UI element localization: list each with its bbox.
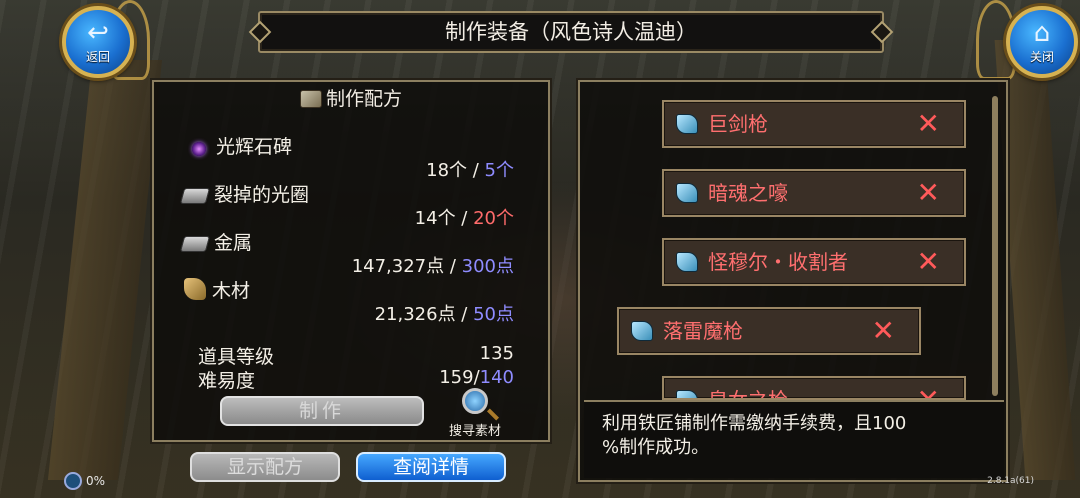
item-level-value: 135 bbox=[479, 343, 514, 364]
remove-icon[interactable]: ✕ bbox=[917, 240, 940, 284]
difficulty-label: 难易度 bbox=[198, 370, 256, 392]
recipe-panel: 制作配方 光辉石碑 18个 / 5个 裂掉的光圈 14个 / 20个 金属 14… bbox=[152, 80, 550, 442]
close-button-label: 关闭 bbox=[1029, 50, 1054, 64]
material-name: 裂掉的光圈 bbox=[214, 184, 310, 206]
material-item[interactable]: 金属 bbox=[179, 228, 253, 255]
difficulty-value: 159/140 bbox=[439, 367, 514, 388]
material-name: 光辉石碑 bbox=[216, 136, 293, 158]
remove-icon[interactable]: ✕ bbox=[872, 309, 895, 353]
count-separator: / bbox=[467, 160, 485, 181]
weapon-name: 巨剑枪 bbox=[708, 112, 768, 136]
material-name: 金属 bbox=[214, 232, 253, 254]
wood-icon bbox=[184, 278, 206, 300]
material-count: 18个 / 5个 bbox=[426, 156, 514, 182]
weapon-type-icon bbox=[676, 114, 698, 134]
remove-icon[interactable]: ✕ bbox=[917, 378, 940, 398]
craft-button[interactable]: 制作 bbox=[220, 396, 424, 426]
ingot-icon bbox=[179, 188, 211, 204]
material-have: 18个 bbox=[426, 160, 468, 181]
difficulty-max: 140 bbox=[479, 367, 514, 388]
loading-icon bbox=[64, 472, 82, 490]
weapon-name: 暗魂之嚎 bbox=[708, 181, 788, 205]
back-button-label: 返回 bbox=[85, 50, 110, 64]
weapon-type-icon bbox=[676, 390, 698, 398]
weapon-list-item[interactable]: 怪穆尔・收割者 ✕ bbox=[662, 238, 966, 286]
material-need: 300点 bbox=[461, 256, 514, 277]
item-level-label: 道具等级 bbox=[198, 346, 275, 368]
material-item[interactable]: 裂掉的光圈 bbox=[179, 180, 310, 207]
page-title: 制作装备（风色诗人温迪） bbox=[258, 11, 884, 53]
count-separator: / bbox=[444, 256, 462, 277]
close-button[interactable]: ⌂ 关闭 bbox=[1006, 6, 1078, 78]
crafting-info-box: 利用铁匠铺制作需缴纳手续费，且100 %制作成功。 bbox=[584, 400, 1004, 478]
material-have: 147,327点 bbox=[351, 256, 445, 277]
material-name: 木材 bbox=[212, 280, 251, 302]
remove-icon[interactable]: ✕ bbox=[917, 171, 940, 215]
weapon-list-item[interactable]: 暗魂之嚎 ✕ bbox=[662, 169, 966, 217]
glowing-orb-icon bbox=[192, 142, 206, 156]
weapon-list-item-selected[interactable]: 落雷魔枪 ✕ bbox=[617, 307, 921, 355]
info-text-line1: 利用铁匠铺制作需缴纳手续费，且100 bbox=[602, 413, 907, 434]
metal-ingot-icon bbox=[179, 236, 211, 252]
weapon-name: 落雷魔枪 bbox=[663, 319, 743, 343]
search-materials-label: 搜寻素材 bbox=[448, 424, 501, 439]
recipe-scroll-icon bbox=[299, 90, 322, 108]
weapon-type-icon bbox=[631, 321, 653, 341]
difficulty-current: 159/ bbox=[439, 367, 480, 388]
back-button[interactable]: ↩ 返回 bbox=[62, 6, 134, 78]
info-text-line2: %制作成功。 bbox=[602, 437, 710, 458]
recipe-panel-title: 制作配方 bbox=[325, 88, 402, 110]
material-count: 14个 / 20个 bbox=[415, 204, 514, 230]
status-percent: 0% bbox=[86, 474, 106, 488]
recipe-panel-header: 制作配方 bbox=[154, 82, 548, 116]
material-have: 21,326点 bbox=[374, 304, 456, 325]
weapon-type-icon bbox=[676, 183, 698, 203]
material-need: 50点 bbox=[473, 304, 514, 325]
material-count: 147,327点 / 300点 bbox=[352, 252, 514, 278]
material-count: 21,326点 / 50点 bbox=[375, 300, 514, 326]
weapon-name: 怪穆尔・收割者 bbox=[708, 250, 848, 274]
version-label: 2.8.1a(61) bbox=[987, 476, 1034, 486]
weapon-list-scrollbar[interactable] bbox=[992, 96, 998, 396]
count-separator: / bbox=[455, 208, 474, 229]
weapon-type-icon bbox=[676, 252, 698, 272]
material-need: 5个 bbox=[484, 160, 514, 181]
show-recipe-button[interactable]: 显示配方 bbox=[190, 452, 340, 482]
remove-icon[interactable]: ✕ bbox=[917, 102, 940, 146]
count-separator: / bbox=[455, 304, 474, 325]
material-have: 14个 bbox=[414, 208, 456, 229]
back-arrow-icon: ↩ bbox=[87, 18, 109, 48]
weapon-list-item[interactable]: 皇女之枪 ✕ bbox=[662, 376, 966, 400]
weapon-name: 皇女之枪 bbox=[708, 388, 788, 400]
magnifier-icon bbox=[462, 388, 488, 414]
search-materials-button[interactable]: 搜寻素材 bbox=[440, 388, 510, 440]
weapon-list-item[interactable]: 巨剑枪 ✕ bbox=[662, 100, 966, 148]
material-item[interactable]: 木材 bbox=[184, 276, 250, 303]
home-icon: ⌂ bbox=[1033, 18, 1051, 48]
view-details-button[interactable]: 查阅详情 bbox=[356, 452, 506, 482]
material-need: 20个 bbox=[473, 208, 514, 229]
material-item[interactable]: 光辉石碑 bbox=[188, 132, 292, 159]
network-status: 0% bbox=[64, 472, 105, 490]
